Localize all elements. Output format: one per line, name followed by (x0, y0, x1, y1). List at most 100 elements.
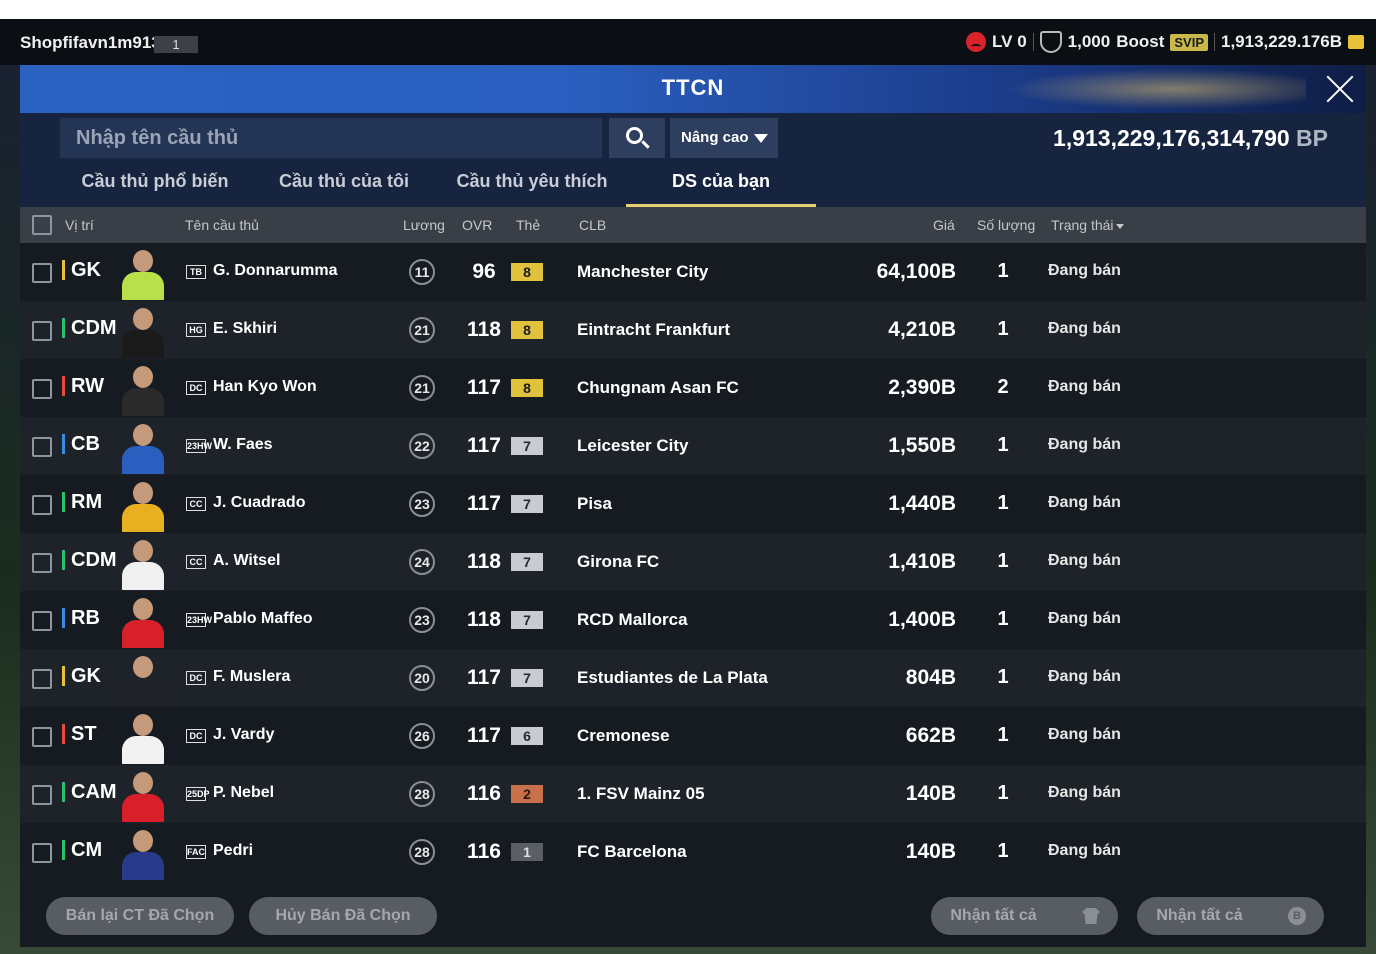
player-name[interactable]: P. Nebel (213, 784, 274, 802)
col-position: Vị trí (65, 217, 94, 233)
table-row[interactable]: CDM CC A. Witsel 24 118 7 Girona FC 1,410B 1 Đang… (20, 533, 1366, 591)
player-position: CDM (62, 550, 117, 570)
season-badge: CC (186, 555, 206, 569)
col-status[interactable]: Trạng thái (1051, 217, 1124, 233)
row-checkbox[interactable] (32, 843, 52, 863)
claim-all-players-button[interactable]: Nhận tất cả (931, 897, 1118, 935)
card-grade: 7 (511, 553, 543, 571)
listing-quantity: 1 (997, 318, 1009, 340)
salary-badge: 21 (409, 375, 435, 401)
table-row[interactable]: GK TB G. Donnarumma 11 96 8 Manchester City 64,… (20, 243, 1366, 301)
player-position: GK (62, 666, 101, 686)
season-badge: DC (186, 381, 206, 395)
player-name[interactable]: F. Muslera (213, 668, 290, 686)
card-grade: 1 (511, 843, 543, 861)
row-checkbox[interactable] (32, 495, 52, 515)
tab-your-listings[interactable]: DS của bạn (626, 171, 816, 207)
bp-coins-icon (1348, 35, 1364, 49)
advanced-filter-dropdown[interactable]: Nâng cao (670, 118, 778, 158)
listing-table: GK TB G. Donnarumma 11 96 8 Manchester City 64,… (20, 243, 1366, 881)
player-position: RW (62, 376, 104, 396)
player-name[interactable]: J. Cuadrado (213, 494, 305, 512)
player-name[interactable]: W. Faes (213, 436, 273, 454)
player-club: Girona FC (577, 552, 660, 571)
player-portrait (116, 362, 170, 416)
player-ovr: 117 (467, 666, 501, 689)
tab-popular-players[interactable]: Cầu thủ phổ biến (70, 171, 240, 207)
col-card: Thẻ (516, 217, 541, 233)
card-grade: 2 (511, 785, 543, 803)
season-badge: 23HW (186, 439, 213, 453)
player-name[interactable]: J. Vardy (213, 726, 274, 744)
player-ovr: 118 (467, 608, 501, 631)
row-checkbox[interactable] (32, 611, 52, 631)
season-badge: 25DP (186, 787, 210, 801)
tab-favorite-players[interactable]: Cầu thủ yêu thích (448, 171, 616, 207)
bp-short: 1,913,229.176B (1221, 32, 1342, 51)
row-checkbox[interactable] (32, 263, 52, 283)
bp-value: 1,913,229,176,314,790 (1053, 125, 1290, 151)
select-all-checkbox[interactable] (32, 215, 52, 235)
listing-status: Đang bán (1048, 784, 1121, 801)
row-checkbox[interactable] (32, 669, 52, 689)
player-club: RCD Mallorca (577, 610, 688, 629)
panel-header: TTCN (20, 65, 1366, 113)
player-name[interactable]: A. Witsel (213, 552, 280, 570)
table-row[interactable]: ST DC J. Vardy 26 117 6 Cremonese 662B 1 Đang bán (20, 707, 1366, 765)
search-button[interactable] (609, 118, 665, 158)
salary-badge: 24 (409, 549, 435, 575)
listing-quantity: 1 (997, 608, 1009, 630)
table-row[interactable]: RM CC J. Cuadrado 23 117 7 Pisa 1,440B 1 Đang bán (20, 475, 1366, 533)
panel-title: TTCN (661, 75, 725, 100)
table-row[interactable]: CAM 25DP P. Nebel 28 116 2 1. FSV Mainz 05 140B… (20, 765, 1366, 823)
row-checkbox[interactable] (32, 553, 52, 573)
player-club: Manchester City (577, 262, 709, 281)
username: Shopfifavn1m913 (20, 33, 161, 52)
resell-selected-button[interactable]: Bán lại CT Đã Chọn (46, 897, 234, 935)
player-position: CAM (62, 782, 117, 802)
search-bar: Nâng cao 1,913,229,176,314,790 BP (20, 113, 1366, 163)
boost-label: Boost (1116, 32, 1165, 51)
table-row[interactable]: CB 23HW W. Faes 22 117 7 Leicester City 1,550B 1… (20, 417, 1366, 475)
player-portrait (116, 768, 170, 822)
player-name[interactable]: G. Donnarumma (213, 262, 337, 280)
tab-my-players[interactable]: Cầu thủ của tôi (260, 171, 428, 207)
table-row[interactable]: RW DC Han Kyo Won 21 117 8 Chungnam Asan FC 2,3… (20, 359, 1366, 417)
player-portrait (116, 304, 170, 358)
claim-all-bp-button[interactable]: Nhận tất cả B (1137, 897, 1324, 935)
season-badge: DC (186, 671, 206, 685)
bp-coin-icon: B (1288, 907, 1306, 925)
listing-price: 1,550B (888, 434, 956, 457)
search-input[interactable] (60, 118, 602, 158)
season-badge: TB (186, 265, 206, 279)
listing-status: Đang bán (1048, 610, 1121, 627)
table-row[interactable]: GK DC F. Muslera 20 117 7 Estudiantes de La Pl… (20, 649, 1366, 707)
player-position: ST (62, 724, 97, 744)
cancel-sale-button[interactable]: Hủy Bán Đã Chọn (249, 897, 437, 935)
player-name[interactable]: E. Skhiri (213, 320, 277, 338)
player-name[interactable]: Pablo Maffeo (213, 610, 313, 628)
table-row[interactable]: RB 23HW Pablo Maffeo 23 118 7 RCD Mallorca 1,40… (20, 591, 1366, 649)
player-club: Leicester City (577, 436, 689, 455)
season-badge: 23HW (186, 613, 213, 627)
card-grade: 8 (511, 379, 543, 397)
salary-badge: 26 (409, 723, 435, 749)
row-checkbox[interactable] (32, 321, 52, 341)
season-badge: FAC (186, 845, 206, 859)
row-checkbox[interactable] (32, 785, 52, 805)
player-name[interactable]: Pedri (213, 842, 253, 860)
row-checkbox[interactable] (32, 379, 52, 399)
row-checkbox[interactable] (32, 437, 52, 457)
player-portrait (116, 420, 170, 474)
player-name[interactable]: Han Kyo Won (213, 378, 317, 396)
row-checkbox[interactable] (32, 727, 52, 747)
salary-badge: 23 (409, 491, 435, 517)
close-icon[interactable] (1324, 73, 1356, 105)
col-club: CLB (579, 217, 607, 233)
player-position: RM (62, 492, 102, 512)
table-row[interactable]: CM FAC Pedri 28 116 1 FC Barcelona 140B 1 Đang bá… (20, 823, 1366, 881)
listing-price: 4,210B (888, 318, 956, 341)
table-row[interactable]: CDM HG E. Skhiri 21 118 8 Eintracht Frankfurt 4… (20, 301, 1366, 359)
shirt-icon (1082, 908, 1100, 924)
listing-price: 1,410B (888, 550, 956, 573)
